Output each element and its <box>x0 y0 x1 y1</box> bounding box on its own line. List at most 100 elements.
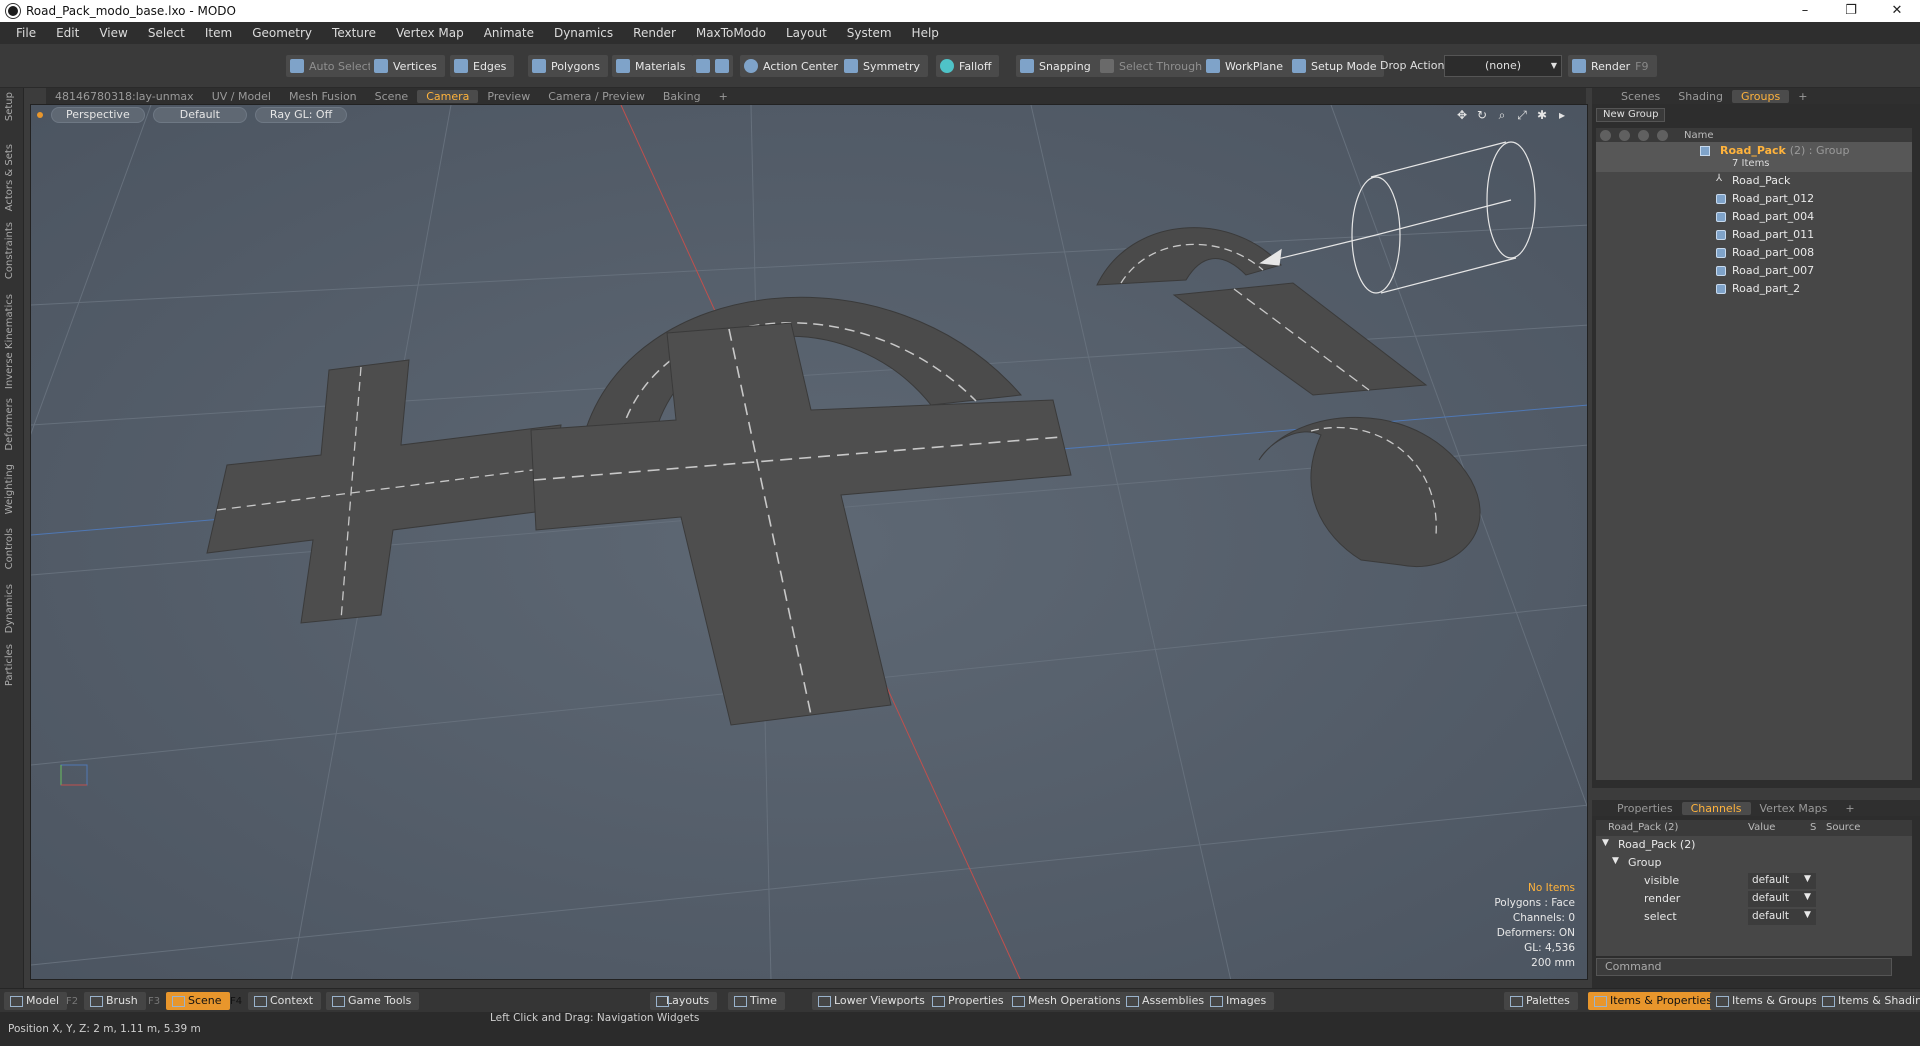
tree-item[interactable]: Road_part_008 <box>1596 244 1912 262</box>
view-type-button[interactable]: Perspective <box>51 107 145 123</box>
menu-layout[interactable]: Layout <box>776 26 837 40</box>
select-through-button[interactable]: Select Through <box>1096 55 1211 77</box>
tab-mesh-fusion[interactable]: Mesh Fusion <box>280 90 366 103</box>
tab-channels[interactable]: Channels <box>1681 801 1751 815</box>
shading-mode-button[interactable]: Default <box>152 107 247 123</box>
snapping-button[interactable]: Snapping <box>1016 55 1099 77</box>
mesh-operations-button[interactable]: Mesh Operations <box>1006 992 1129 1010</box>
group-row[interactable]: Road_Pack (2) : Group 7 Items <box>1596 142 1912 172</box>
model-layout-button[interactable]: Model <box>4 992 68 1010</box>
minimize-button[interactable]: – <box>1782 0 1828 22</box>
items-properties-button[interactable]: Items & Properties <box>1588 992 1720 1010</box>
tree-item[interactable]: ⅄ Road_Pack <box>1596 172 1912 190</box>
tab-preview[interactable]: Preview <box>478 90 539 103</box>
menu-animate[interactable]: Animate <box>474 26 544 40</box>
tab-deformers[interactable]: Deformers <box>4 398 15 451</box>
channel-row[interactable]: render default ▼ <box>1596 890 1912 908</box>
command-input[interactable]: Command <box>1596 958 1892 976</box>
edges-button[interactable]: Edges <box>450 55 515 77</box>
maximize-button[interactable]: ❐ <box>1828 0 1874 22</box>
tab-baking[interactable]: Baking <box>654 90 710 103</box>
menu-vertex-map[interactable]: Vertex Map <box>386 26 474 40</box>
tab-uv-model[interactable]: UV / Model <box>203 90 280 103</box>
items-shading-button[interactable]: Items & Shading <box>1816 992 1920 1010</box>
tab-particles[interactable]: Particles <box>4 644 15 686</box>
close-button[interactable]: ✕ <box>1874 0 1920 22</box>
expand-arrow-icon[interactable]: ▼ <box>1602 838 1609 848</box>
time-button[interactable]: Time <box>728 992 785 1010</box>
images-button[interactable]: Images <box>1204 992 1275 1010</box>
menu-help[interactable]: Help <box>902 26 949 40</box>
lower-viewports-button[interactable]: Lower Viewports <box>812 992 933 1010</box>
vertices-button[interactable]: Vertices <box>370 55 445 77</box>
tab-scene[interactable]: Scene <box>366 90 418 103</box>
falloff-button[interactable]: Falloff <box>936 55 1000 77</box>
tab-constraints[interactable]: Constraints <box>4 222 15 279</box>
menu-geometry[interactable]: Geometry <box>242 26 322 40</box>
add-tab-button[interactable]: + <box>710 90 737 103</box>
tab-controls[interactable]: Controls <box>4 528 15 569</box>
items-groups-button[interactable]: Items & Groups <box>1710 992 1826 1010</box>
render-toggle-icon[interactable] <box>1619 129 1630 141</box>
add-panel-tab-button[interactable]: + <box>1789 90 1816 103</box>
tab-camera[interactable]: Camera <box>417 89 479 103</box>
tab-setup[interactable]: Setup <box>4 92 15 121</box>
tab-vertex-maps[interactable]: Vertex Maps <box>1751 802 1837 815</box>
select-mode-button[interactable] <box>692 55 733 77</box>
tab-actors-sets[interactable]: Actors & Sets <box>4 144 15 211</box>
menu-select[interactable]: Select <box>138 26 195 40</box>
add-props-tab-button[interactable]: + <box>1836 802 1863 815</box>
new-group-button[interactable]: New Group <box>1596 108 1666 122</box>
tree-item[interactable]: Road_part_011 <box>1596 226 1912 244</box>
menu-item[interactable]: Item <box>195 26 242 40</box>
settings-icon[interactable]: ✱ <box>1535 108 1549 122</box>
tab-dynamics[interactable]: Dynamics <box>4 584 15 633</box>
properties-button[interactable]: Properties <box>926 992 1012 1010</box>
assemblies-button[interactable]: Assemblies <box>1120 992 1213 1010</box>
tab-scenes[interactable]: Scenes <box>1612 90 1669 103</box>
3d-viewport[interactable]: Perspective Default Ray GL: Off ✥ ↻ ⌕ ⤢ … <box>30 104 1588 980</box>
menu-edit[interactable]: Edit <box>46 26 89 40</box>
symmetry-button[interactable]: Symmetry <box>840 55 929 77</box>
channel-row[interactable]: visible default ▼ <box>1596 872 1912 890</box>
chevron-down-icon[interactable]: ▼ <box>1804 874 1811 884</box>
tab-groups[interactable]: Groups <box>1731 89 1790 103</box>
raygl-button[interactable]: Ray GL: Off <box>254 107 348 123</box>
menu-file[interactable]: File <box>6 26 46 40</box>
expand-icon[interactable]: ▸ <box>1555 108 1569 122</box>
menu-dynamics[interactable]: Dynamics <box>544 26 623 40</box>
tree-item[interactable]: Road_part_007 <box>1596 262 1912 280</box>
tab-inverse-kinematics[interactable]: Inverse Kinematics <box>4 294 15 389</box>
workplane-button[interactable]: WorkPlane <box>1202 55 1292 77</box>
drop-action-select[interactable]: (none) ▼ <box>1444 55 1562 77</box>
auto-select-button[interactable]: Auto Select <box>286 55 380 77</box>
chevron-down-icon[interactable]: ▼ <box>1804 892 1811 902</box>
tree-item[interactable]: Road_part_004 <box>1596 208 1912 226</box>
layouts-button[interactable]: Layouts <box>650 992 718 1010</box>
action-center-button[interactable]: Action Center <box>740 55 846 77</box>
menu-view[interactable]: View <box>89 26 137 40</box>
channel-root-row[interactable]: ▼ Road_Pack (2) <box>1596 836 1912 854</box>
context-button[interactable]: Context <box>248 992 322 1010</box>
menu-render[interactable]: Render <box>623 26 686 40</box>
channel-group-row[interactable]: ▼ Group <box>1596 854 1912 872</box>
render-button[interactable]: Render F9 <box>1568 55 1657 77</box>
zoom-icon[interactable]: ⌕ <box>1495 108 1509 122</box>
menu-maxtomodo[interactable]: MaxToModo <box>686 26 776 40</box>
viewport-menu-icon[interactable] <box>37 112 43 118</box>
tab-camera-preview[interactable]: Camera / Preview <box>539 90 654 103</box>
scene-layout-button[interactable]: Scene <box>166 992 230 1010</box>
tab-properties[interactable]: Properties <box>1608 802 1682 815</box>
expand-arrow-icon[interactable]: ▼ <box>1612 856 1619 866</box>
menu-texture[interactable]: Texture <box>322 26 386 40</box>
setup-mode-button[interactable]: Setup Mode <box>1288 55 1385 77</box>
select-toggle-icon[interactable] <box>1657 129 1668 141</box>
polygons-button[interactable]: Polygons <box>528 55 608 77</box>
materials-button[interactable]: Materials <box>612 55 694 77</box>
tab-shading[interactable]: Shading <box>1669 90 1732 103</box>
pan-icon[interactable]: ✥ <box>1455 108 1469 122</box>
chevron-down-icon[interactable]: ▼ <box>1804 910 1811 920</box>
tab-layout-unmax[interactable]: 48146780318:lay-unmax <box>46 90 203 103</box>
tree-item[interactable]: Road_part_2 <box>1596 280 1912 298</box>
lock-icon[interactable] <box>1638 129 1649 141</box>
